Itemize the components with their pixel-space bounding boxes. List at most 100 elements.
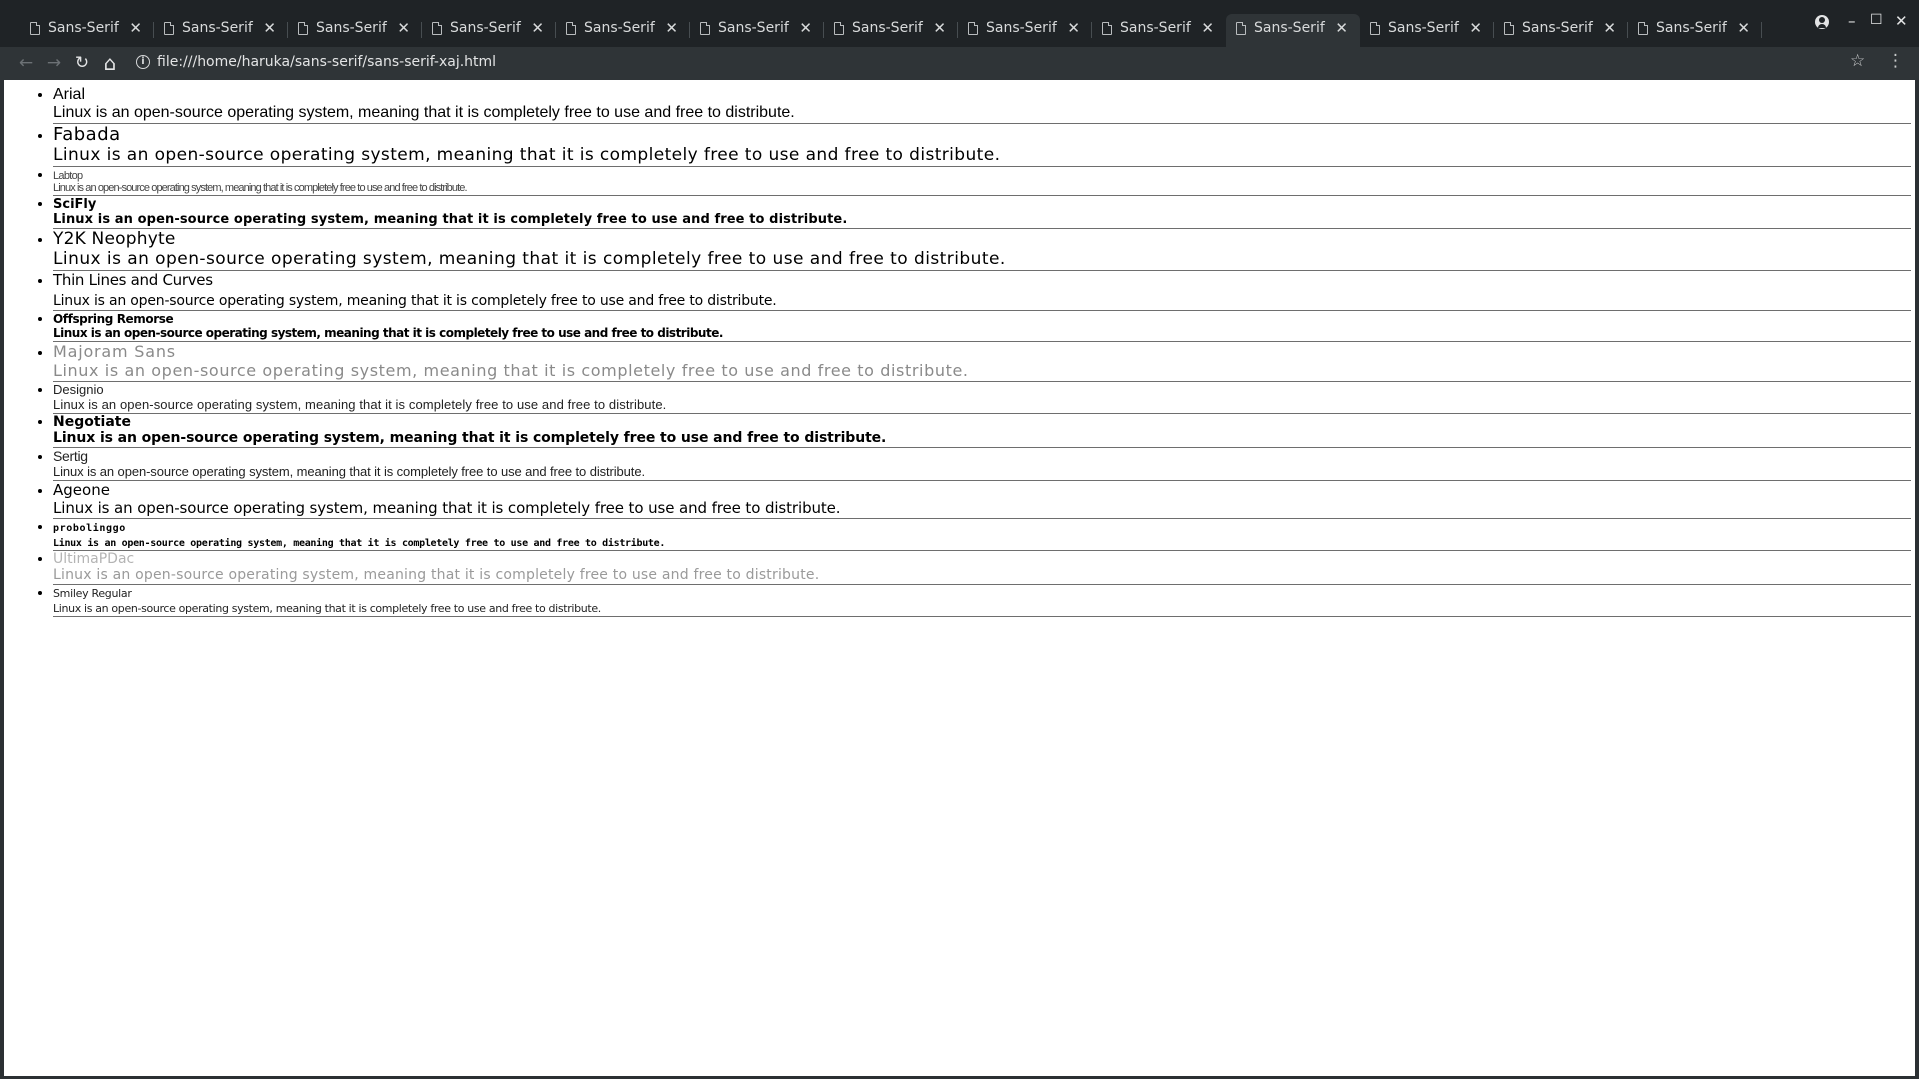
font-name: Fabada	[53, 124, 121, 145]
tab-label: Sans-Serif	[1388, 20, 1459, 36]
close-icon[interactable]: ✕	[933, 14, 946, 42]
reload-button[interactable]: ↻	[70, 51, 94, 75]
font-name: Negotiate	[53, 414, 131, 430]
close-icon[interactable]: ✕	[1737, 14, 1750, 42]
tab-5[interactable]: Sans-Serif ✕	[556, 14, 690, 47]
font-name: Sertig	[53, 448, 88, 464]
font-list-item: ArialLinux is an open-source operating s…	[53, 86, 1911, 124]
home-button[interactable]: ⌂	[98, 51, 122, 75]
tab-8[interactable]: Sans-Serif ✕	[958, 14, 1092, 47]
bookmark-star-icon[interactable]: ☆	[1850, 51, 1865, 71]
font-list-item: DesignioLinux is an open-source operatin…	[53, 382, 1911, 414]
page-viewport: ArialLinux is an open-source operating s…	[4, 80, 1915, 1076]
close-icon[interactable]: ✕	[397, 14, 410, 42]
document-icon	[1370, 22, 1380, 35]
document-icon	[298, 22, 308, 35]
close-icon[interactable]: ✕	[1469, 14, 1482, 42]
font-name: UltimaPDac	[53, 551, 135, 567]
document-icon	[432, 22, 442, 35]
font-list-item: Thin Lines and Curves Linux is an open-so…	[53, 271, 1911, 311]
tab-label: Sans-Serif	[1120, 20, 1191, 36]
font-sample-text: Linux is an open-source operating system…	[53, 212, 848, 227]
profile-icon[interactable]	[1815, 15, 1829, 29]
font-sample-text: Linux is an open-source operating system…	[53, 182, 468, 194]
font-sample-text: Linux is an open-source operating system…	[53, 538, 666, 549]
document-icon	[566, 22, 576, 35]
font-name: Offspring Remorse	[53, 312, 174, 326]
document-icon	[1638, 22, 1648, 35]
font-list-item: FabadaLinux is an open-source operating …	[53, 124, 1911, 167]
tab-11[interactable]: Sans-Serif ✕	[1360, 14, 1494, 47]
tab-13[interactable]: Sans-Serif ✕	[1628, 14, 1762, 47]
close-icon[interactable]: ✕	[665, 14, 678, 42]
tab-label: Sans-Serif	[182, 20, 253, 36]
document-icon	[164, 22, 174, 35]
minimize-button[interactable]: –	[1848, 12, 1856, 30]
font-list-item: Smiley Regular Linux is an open-source op…	[53, 585, 1911, 617]
close-icon[interactable]: ✕	[1335, 14, 1348, 42]
font-list-item: Offspring RemorseLinux is an open-source…	[53, 311, 1911, 342]
tab-9[interactable]: Sans-Serif ✕	[1092, 14, 1226, 47]
font-list: ArialLinux is an open-source operating s…	[4, 80, 1911, 617]
font-list-item: SertigLinux is an open-source operating …	[53, 448, 1911, 481]
tab-10[interactable]: Sans-Serif ✕	[1226, 14, 1360, 47]
font-list-item: Majoram SansLinux is an open-source oper…	[53, 342, 1911, 382]
document-icon	[834, 22, 844, 35]
font-list-item: SciFlyLinux is an open-source operating …	[53, 196, 1911, 229]
tab-strip: Sans-Serif ✕ Sans-Serif ✕ Sans-Serif ✕ Sans-Se…	[0, 0, 1919, 47]
tab-12[interactable]: Sans-Serif ✕	[1494, 14, 1628, 47]
document-icon	[968, 22, 978, 35]
document-icon	[1236, 22, 1246, 35]
tab-3[interactable]: Sans-Serif ✕	[288, 14, 422, 47]
font-sample-text: Linux is an open-source operating system…	[53, 602, 601, 615]
font-name: Ageone	[53, 481, 110, 499]
close-icon[interactable]: ✕	[1603, 14, 1616, 42]
close-icon[interactable]: ✕	[1201, 14, 1214, 42]
tab-label: Sans-Serif	[986, 20, 1057, 36]
font-sample-text: Linux is an open-source operating system…	[53, 430, 887, 446]
tab-label: Sans-Serif	[48, 20, 119, 36]
font-name: Labtop	[53, 170, 83, 182]
tab-label: Sans-Serif	[718, 20, 789, 36]
tab-7[interactable]: Sans-Serif ✕	[824, 14, 958, 47]
font-sample-text: Linux is an open-source operating system…	[53, 326, 723, 340]
font-sample-text: Linux is an open-source operating system…	[53, 499, 841, 517]
font-list-item: AgeoneLinux is an open-source operating …	[53, 481, 1911, 519]
back-button[interactable]: ←	[14, 51, 38, 75]
font-name: Designio	[53, 382, 104, 397]
font-list-item: NegotiateLinux is an open-source operati…	[53, 414, 1911, 448]
close-icon[interactable]: ✕	[263, 14, 276, 42]
tab-separator	[1761, 22, 1762, 38]
close-icon[interactable]: ✕	[129, 14, 142, 42]
menu-icon[interactable]: ⋮	[1887, 51, 1904, 71]
font-sample-text: Linux is an open-source operating system…	[53, 293, 777, 309]
font-sample-text: Linux is an open-source operating system…	[53, 397, 667, 412]
font-name: probolinggo	[53, 523, 126, 534]
tab-6[interactable]: Sans-Serif ✕	[690, 14, 824, 47]
info-icon[interactable]: i	[136, 55, 150, 69]
tab-label: Sans-Serif	[450, 20, 521, 36]
tab-1[interactable]: Sans-Serif ✕	[20, 14, 154, 47]
font-sample-text: Linux is an open-source operating system…	[53, 464, 645, 479]
font-list-item: UltimaPDacLinux is an open-source operat…	[53, 551, 1911, 585]
tab-label: Sans-Serif	[1656, 20, 1727, 36]
tab-label: Sans-Serif	[852, 20, 923, 36]
font-list-item: probolinggo Linux is an open-source opera…	[53, 519, 1911, 551]
font-name: Y2K Neophyte	[53, 229, 176, 249]
tab-label: Sans-Serif	[1522, 20, 1593, 36]
font-sample-text: Linux is an open-source operating system…	[53, 249, 1006, 269]
tab-2[interactable]: Sans-Serif ✕	[154, 14, 288, 47]
address-bar[interactable]: file:///home/haruka/sans-serif/sans-seri…	[157, 54, 496, 70]
window-close-button[interactable]: ✕	[1895, 12, 1908, 30]
tab-4[interactable]: Sans-Serif ✕	[422, 14, 556, 47]
toolbar: ← → ↻ ⌂ i file:///home/haruka/sans-serif…	[0, 47, 1919, 80]
font-name: Arial	[53, 86, 86, 103]
font-sample-text: Linux is an open-source operating system…	[53, 104, 795, 121]
close-icon[interactable]: ✕	[799, 14, 812, 42]
close-icon[interactable]: ✕	[531, 14, 544, 42]
font-name: Majoram Sans	[53, 342, 176, 361]
forward-button[interactable]: →	[42, 51, 66, 75]
font-list-item: LabtopLinux is an open-source operating …	[53, 167, 1911, 196]
maximize-button[interactable]: ☐	[1870, 12, 1883, 28]
close-icon[interactable]: ✕	[1067, 14, 1080, 42]
